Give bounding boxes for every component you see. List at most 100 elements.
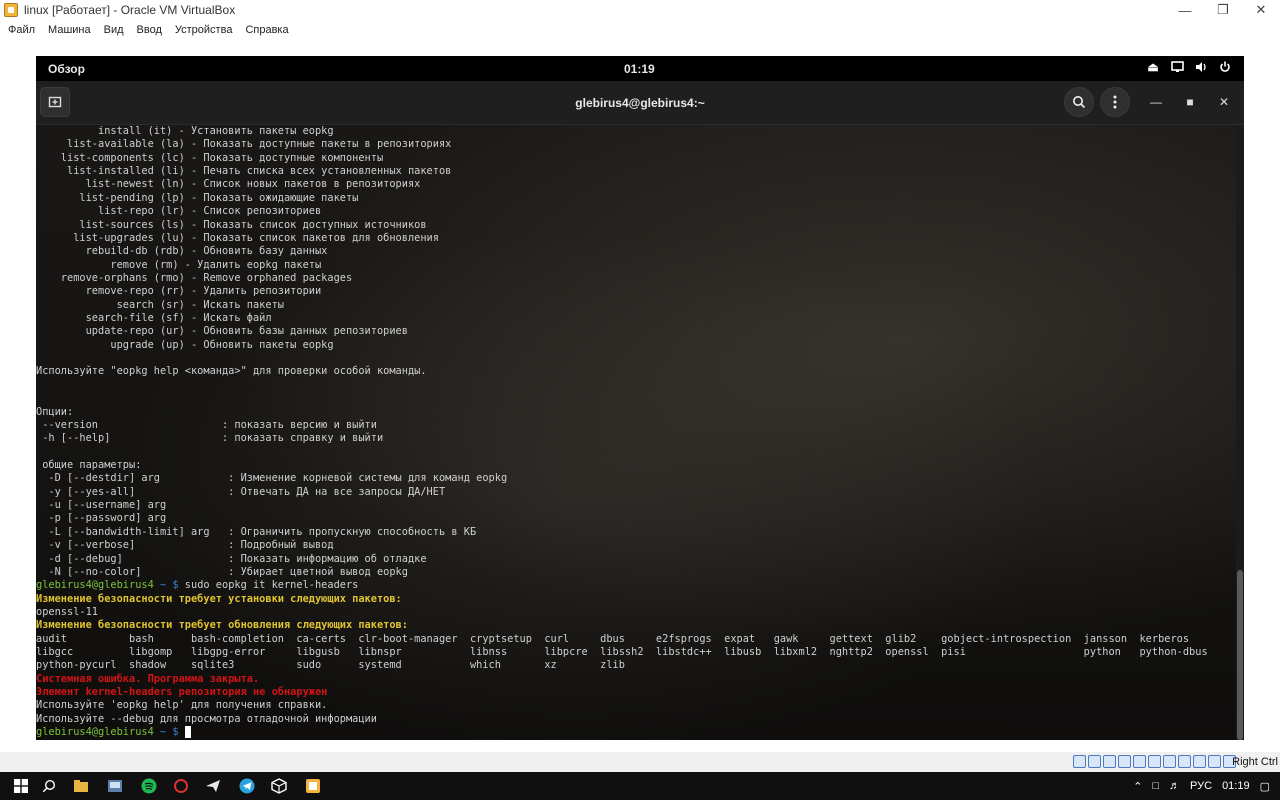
shared-folders-icon[interactable] (1148, 755, 1161, 768)
terminal-line: list-repo (lr) - Список репозиториев (36, 205, 322, 218)
terminal-close-button[interactable]: ✕ (1210, 87, 1238, 117)
tray-chevron-icon[interactable]: ⌃ (1133, 780, 1142, 793)
search-button[interactable] (1064, 87, 1094, 117)
system-tray: ⏏ (1146, 60, 1232, 74)
guest-screen[interactable]: Обзор 01:19 ⏏ glebirus4@glebirus4:~ — ■ … (36, 56, 1244, 740)
terminal-prompt-line: glebirus4@glebirus4 ~ $ sudo eopkg it ke… (36, 579, 1208, 592)
vbox-menubar: Файл Машина Вид Ввод Устройства Справка (0, 20, 1280, 40)
gnome-top-bar: Обзор 01:19 ⏏ (36, 56, 1244, 81)
terminal-line: Используйте 'eopkg help' для получения с… (36, 699, 328, 712)
app-icon[interactable] (106, 777, 124, 795)
display-icon[interactable] (1163, 755, 1176, 768)
terminal-line: upgrade (up) - Обновить пакеты eopkg (36, 338, 334, 351)
vbox-titlebar: linux [Работает] - Oracle VM VirtualBox … (0, 0, 1280, 20)
taskbar-clock[interactable]: 01:19 (1222, 780, 1250, 792)
terminal-line: search (sr) - Искать пакеты (36, 298, 284, 311)
vbox-window-title: linux [Работает] - Oracle VM VirtualBox (24, 3, 236, 17)
menu-item[interactable]: Вид (104, 24, 124, 36)
network-tray-icon[interactable]: □ (1152, 780, 1159, 792)
kebab-menu-icon (1113, 95, 1117, 109)
terminal-line: list-upgrades (lu) - Показать список пак… (36, 231, 439, 244)
optical-drive-icon[interactable] (1088, 755, 1101, 768)
usb-icon[interactable] (1133, 755, 1146, 768)
terminal-line: list-components (lc) - Показать доступны… (36, 151, 384, 164)
file-explorer-icon[interactable] (72, 777, 90, 795)
terminal-line: -u [--username] arg (36, 499, 167, 512)
menu-item[interactable]: Ввод (137, 24, 162, 36)
terminal-prompt-line: glebirus4@glebirus4 ~ $ (36, 726, 1208, 739)
terminal-headerbar: glebirus4@glebirus4:~ — ■ ✕ (36, 81, 1244, 125)
network-icon[interactable] (1118, 755, 1131, 768)
volume-tray-icon[interactable]: ♬ (1169, 780, 1180, 792)
windows-start-icon[interactable] (12, 777, 30, 795)
menu-item[interactable]: Файл (8, 24, 35, 36)
screen-icon[interactable] (1170, 60, 1184, 74)
terminal-line: openssl-11 (36, 605, 98, 618)
search-icon (1073, 96, 1086, 109)
red-app-icon[interactable] (172, 777, 190, 795)
terminal-line: -p [--password] arg (36, 512, 167, 525)
language-indicator[interactable]: РУС (1190, 780, 1212, 792)
menu-item[interactable]: Справка (245, 24, 288, 36)
taskbar-tray: ⌃ □ ♬ РУС 01:19 ▢ (1133, 772, 1280, 800)
terminal-line: Элемент kernel-headers репозитория не об… (36, 686, 328, 699)
terminal-scrollbar[interactable] (1236, 125, 1244, 740)
virtualbox-running-icon[interactable] (304, 777, 322, 795)
terminal-line: -y [--yes-all] : Отвечать ДА на все запр… (36, 485, 446, 498)
scrollbar-thumb[interactable] (1237, 570, 1243, 740)
terminal-line: Опции: (36, 405, 74, 418)
terminal-output[interactable]: install (it) - Установить пакеты eopkg l… (36, 125, 1236, 740)
recording-icon[interactable] (1178, 755, 1191, 768)
terminal-line: -N [--no-color] : Убирает цветной вывод … (36, 565, 408, 578)
spotify-icon[interactable] (140, 777, 158, 795)
hard-disk-icon[interactable] (1073, 755, 1086, 768)
terminal-maximize-button[interactable]: ■ (1176, 87, 1204, 117)
vbox-status-bar: Right Ctrl (0, 752, 1280, 772)
terminal-line: Используйте --debug для просмотра отладо… (36, 712, 377, 725)
volume-icon[interactable] (1194, 60, 1208, 74)
terminal-line: -v [--verbose] : Подробный вывод (36, 539, 334, 552)
terminal-line: Системная ошибка. Программа закрыта. (36, 672, 260, 685)
terminal-cursor (184, 726, 191, 739)
terminal-line: Изменение безопасности требует обновлени… (36, 619, 408, 632)
prompt-command: sudo eopkg it kernel-headers (184, 579, 359, 592)
menu-item[interactable]: Машина (48, 24, 91, 36)
terminal-line: list-sources (ls) - Показать список дост… (36, 218, 427, 231)
menu-item[interactable]: Устройства (175, 24, 233, 36)
telegram-icon[interactable] (238, 777, 256, 795)
vbox-device-icons (1073, 755, 1236, 768)
host-key-label: Right Ctrl (1232, 756, 1278, 768)
eject-icon[interactable]: ⏏ (1146, 60, 1160, 74)
search-icon[interactable] (40, 777, 58, 795)
restore-button[interactable]: ❐ (1204, 0, 1242, 20)
terminal-line: -L [--bandwidth-limit] arg : Ограничить … (36, 525, 477, 538)
menu-button[interactable] (1100, 87, 1130, 117)
terminal-line: list-pending (lp) - Показать ожидающие п… (36, 191, 359, 204)
terminal-line: --version : показать версию и выйти (36, 418, 377, 431)
terminal-line: Используйте "eopkg help <команда>" для п… (36, 365, 427, 378)
terminal-line: list-available (la) - Показать доступные… (36, 138, 452, 151)
plane-app-icon[interactable] (204, 777, 222, 795)
prompt-path: ~ $ (153, 579, 185, 592)
power-icon[interactable] (1218, 60, 1232, 74)
terminal-text: install (it) - Установить пакеты eopkg l… (36, 125, 1208, 740)
minimize-button[interactable]: — (1166, 0, 1204, 20)
terminal-line: update-repo (ur) - Обновить базы данных … (36, 325, 408, 338)
terminal-line: remove-repo (rr) - Удалить репозитории (36, 285, 322, 298)
terminal-line: remove-orphans (rmo) - Remove orphaned p… (36, 271, 353, 284)
terminal-line: Изменение безопасности требует установки… (36, 592, 402, 605)
cpu-icon[interactable] (1193, 755, 1206, 768)
terminal-line: list-installed (li) - Печать списка всех… (36, 165, 452, 178)
overview-button[interactable]: Обзор (48, 62, 85, 76)
audio-icon[interactable] (1103, 755, 1116, 768)
top-bar-clock[interactable]: 01:19 (624, 62, 655, 76)
virtualbox-cube-icon[interactable] (270, 777, 288, 795)
terminal-line: -D [--destdir] arg : Изменение корневой … (36, 472, 508, 485)
terminal-minimize-button[interactable]: — (1142, 87, 1170, 117)
terminal-line: -d [--debug] : Показать информацию об от… (36, 552, 427, 565)
notifications-icon[interactable]: ▢ (1260, 780, 1270, 793)
mouse-integration-icon[interactable] (1208, 755, 1221, 768)
close-button[interactable]: ✕ (1242, 0, 1280, 20)
